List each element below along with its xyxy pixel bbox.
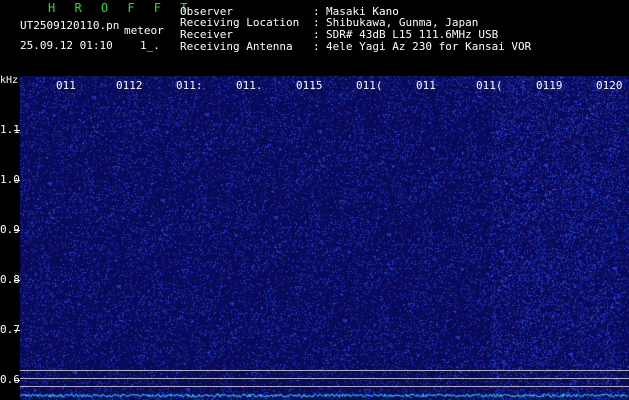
time-tick-label: 0119 [536,79,563,92]
time-tick-label: 011( [356,79,383,92]
time-tick-label: 0120 [596,79,623,92]
spectrogram-area [20,76,629,400]
header-panel: H R O F F T UT2509120110.pn meteor 25.09… [0,0,629,86]
freq-tick-mark [14,280,20,281]
freq-tick-mark [14,130,20,131]
unit-label: kHz [0,75,19,86]
counter-label: 1_. [140,39,160,52]
info-label-antenna: Receiving Antenna [180,40,293,53]
time-tick-label: 011. [236,79,263,92]
mode-label: meteor [124,24,164,37]
waterfall-canvas [20,76,629,400]
time-tick-label: 011: [176,79,203,92]
reference-line [20,370,629,371]
reference-line [20,386,629,387]
freq-tick-mark [14,230,20,231]
time-tick-label: 011 [56,79,76,92]
filename-label: UT2509120110.pn [20,19,120,32]
time-tick-label: 0112 [116,79,143,92]
info-sep: : [313,40,320,53]
info-value-antenna: 4ele Yagi Az 230 for Kansai VOR [326,40,532,53]
freq-tick-mark [14,330,20,331]
time-tick-label: 0115 [296,79,323,92]
freq-tick-mark [14,380,20,381]
reference-line [20,378,629,379]
app-title: H R O F F T [48,1,194,15]
time-tick-label: 011( [476,79,503,92]
datetime-label: 25.09.12 01:10 [20,39,113,52]
time-tick-label: 011 [416,79,436,92]
freq-tick-mark [14,180,20,181]
